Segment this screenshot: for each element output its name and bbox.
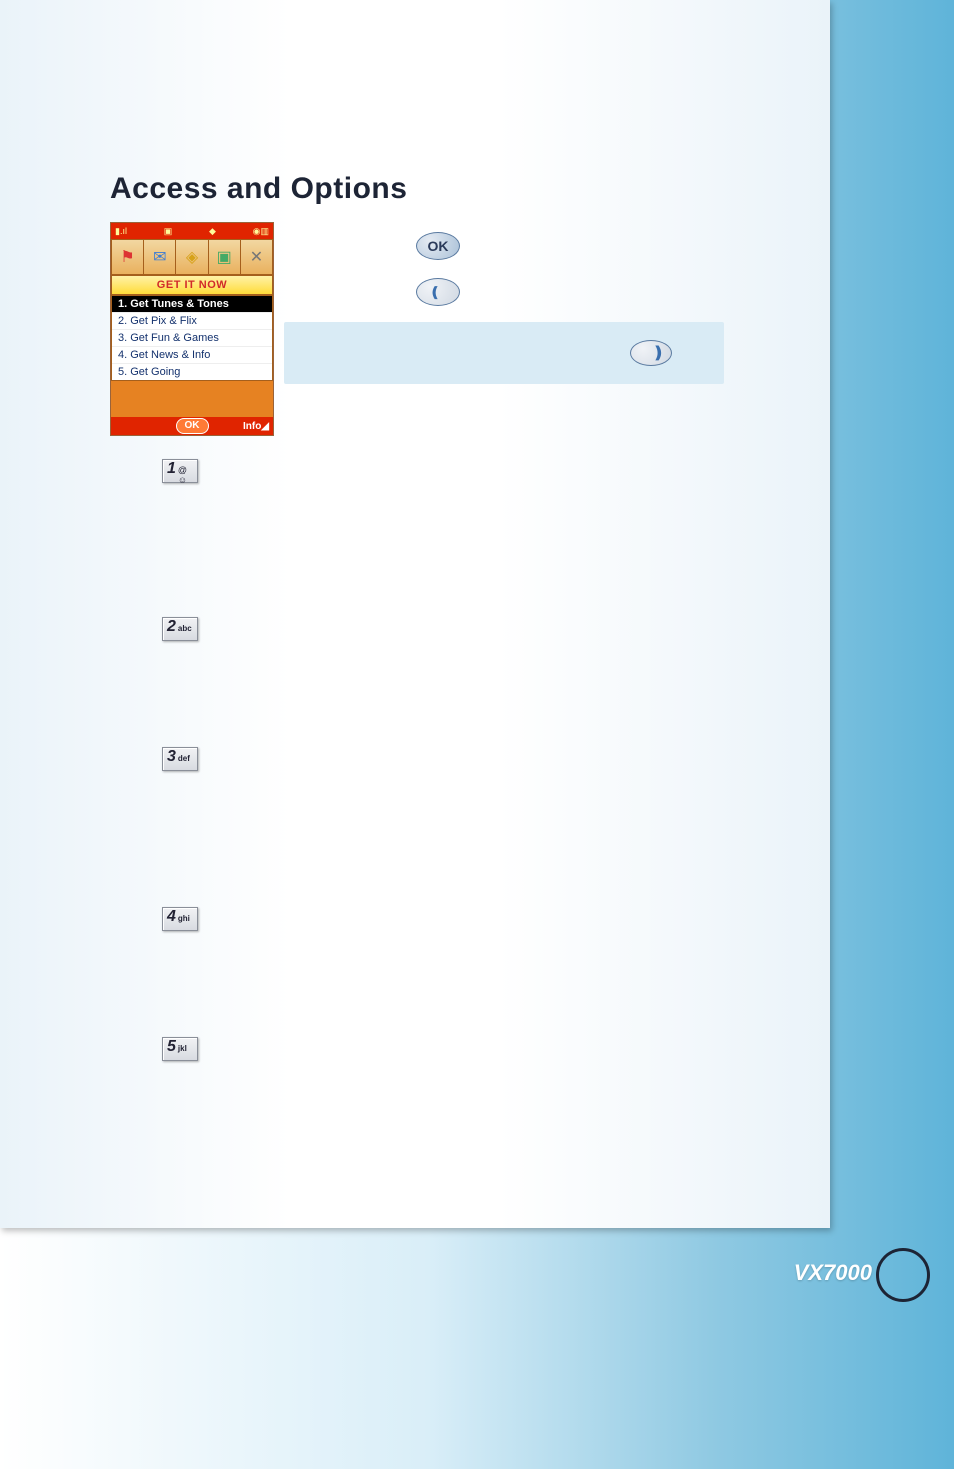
key-number: 3 [167,748,176,766]
note-box: ❫ [284,322,724,384]
key-letters: jkl [178,1044,187,1053]
phone-menu-item: 1. Get Tunes & Tones [112,296,272,312]
model-label: VX7000 [794,1260,872,1286]
tab-icon: ⚑ [112,240,144,274]
nav-button-icon: ❫ [630,340,672,366]
keypad-4-icon: 4 ghi [162,907,198,931]
status-icon: ◆ [209,226,216,237]
page-number-circle [876,1248,930,1302]
ok-button-icon: OK [416,232,460,260]
tab-icon: ✉ [144,240,176,274]
page-background: Access and Options ▮.ıl ▣ ◆ ◉▥ ⚑ ✉ ◈ ▣ ✕… [0,0,954,1469]
tab-icon: ✕ [241,240,272,274]
chevron-icon: ❪ [429,284,441,301]
phone-menu-item: 3. Get Fun & Games [112,329,272,346]
tab-icon: ◈ [176,240,208,274]
nav-button-icon: ❪ [416,278,460,306]
keypad-5-icon: 5 jkl [162,1037,198,1061]
key-letters: ghi [178,914,190,923]
phone-menu-item: 5. Get Going [112,363,272,380]
phone-menu-item: 2. Get Pix & Flix [112,312,272,329]
key-number: 1 [167,460,176,478]
phone-ok-softkey: OK [176,418,209,434]
key-number: 4 [167,908,176,926]
key-number: 2 [167,618,176,636]
phone-status-bar: ▮.ıl ▣ ◆ ◉▥ [111,223,273,239]
battery-icon: ◉▥ [253,226,269,237]
camera-icon: ▣ [164,226,173,237]
tab-icon: ▣ [209,240,241,274]
key-letters: def [178,754,190,763]
phone-info-softkey: Info◢ [243,421,269,432]
key-letters: abc [178,624,192,633]
phone-menu: 1. Get Tunes & Tones 2. Get Pix & Flix 3… [111,295,273,381]
keypad-3-icon: 3 def [162,747,198,771]
keypad-2-icon: 2 abc [162,617,198,641]
phone-screenshot: ▮.ıl ▣ ◆ ◉▥ ⚑ ✉ ◈ ▣ ✕ GET IT NOW 1. Get … [110,222,274,436]
key-symbols: @ ☺ [178,465,193,485]
paper-area: Access and Options ▮.ıl ▣ ◆ ◉▥ ⚑ ✉ ◈ ▣ ✕… [0,0,830,1228]
phone-softkey-bar: OK Info◢ [111,417,273,435]
keypad-1-icon: 1 @ ☺ [162,459,198,483]
phone-menu-item: 4. Get News & Info [112,346,272,363]
phone-tab-row: ⚑ ✉ ◈ ▣ ✕ [111,239,273,275]
key-number: 5 [167,1038,176,1056]
signal-icon: ▮.ıl [115,226,127,237]
page-title: Access and Options [110,172,407,206]
phone-banner: GET IT NOW [111,275,273,295]
